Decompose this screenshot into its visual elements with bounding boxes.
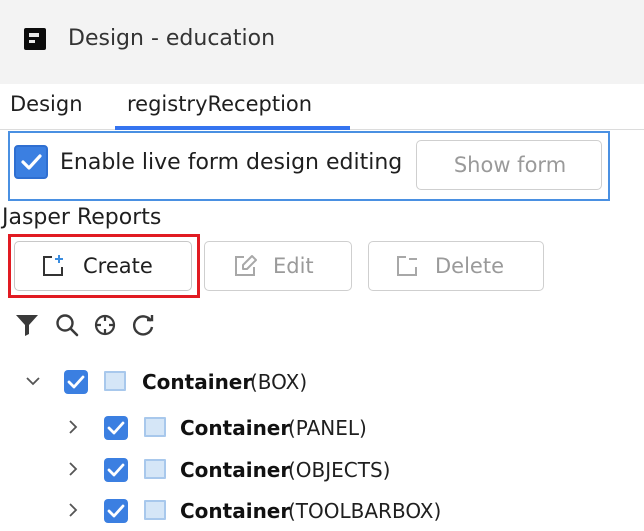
tree-item-name: Container [180, 416, 291, 440]
tree-item-name: Container [180, 458, 291, 482]
container-icon [144, 459, 166, 479]
container-icon [104, 371, 126, 391]
tab-design[interactable]: Design [10, 84, 110, 129]
show-form-label: Show form [453, 153, 567, 177]
search-icon[interactable] [54, 312, 80, 338]
tab-registry-reception[interactable]: registryReception [115, 84, 350, 129]
locate-icon[interactable] [92, 312, 118, 338]
tree-item-type: (OBJECTS) [288, 458, 391, 482]
chevron-down-icon[interactable] [24, 372, 42, 390]
section-title: Jasper Reports [2, 205, 162, 230]
delete-label: Delete [435, 254, 504, 278]
checkmark-icon [107, 463, 125, 477]
chevron-right-icon[interactable] [64, 418, 82, 436]
live-edit-checkbox[interactable] [14, 145, 48, 179]
filter-icon[interactable] [14, 312, 40, 338]
refresh-icon[interactable] [130, 312, 156, 338]
chevron-right-icon[interactable] [64, 460, 82, 478]
live-edit-label: Enable live form design editing [60, 150, 403, 175]
show-form-button[interactable]: Show form [416, 140, 602, 190]
tree-item-name: Container [142, 370, 253, 394]
edit-report-icon [235, 255, 257, 276]
checkmark-icon [67, 375, 85, 389]
tree-row[interactable]: Container (OBJECTS) [0, 450, 630, 490]
tree-checkbox[interactable] [64, 370, 88, 394]
tree-item-type: (TOOLBARBOX) [288, 499, 442, 523]
edit-label: Edit [273, 254, 314, 278]
tree-item-type: (BOX) [250, 370, 308, 394]
checkmark-icon [21, 154, 42, 170]
tab-bar: Design registryReception [0, 84, 644, 130]
delete-report-icon [397, 256, 417, 276]
create-label: Create [83, 254, 153, 278]
tree-item-type: (PANEL) [288, 416, 367, 440]
tree-row[interactable]: Container (BOX) [0, 362, 630, 402]
container-icon [144, 500, 166, 520]
tree-row[interactable]: Container (TOOLBARBOX) [0, 491, 630, 531]
create-button[interactable]: Create [14, 241, 192, 291]
tree-checkbox[interactable] [104, 416, 128, 440]
tree-row[interactable]: Container (PANEL) [0, 408, 630, 448]
container-icon [144, 417, 166, 437]
delete-button[interactable]: Delete [368, 241, 544, 291]
active-tab-indicator [115, 126, 350, 130]
checkmark-icon [107, 421, 125, 435]
tree-checkbox[interactable] [104, 499, 128, 523]
checkmark-icon [107, 504, 125, 518]
edit-button[interactable]: Edit [204, 241, 352, 291]
create-report-icon [43, 255, 63, 276]
tree-checkbox[interactable] [104, 458, 128, 482]
chevron-right-icon[interactable] [64, 501, 82, 519]
window-title: Design - education [68, 26, 276, 51]
tree-item-name: Container [180, 499, 291, 523]
title-bar: Design - education [0, 0, 644, 84]
intellij-idea-icon [24, 28, 46, 50]
